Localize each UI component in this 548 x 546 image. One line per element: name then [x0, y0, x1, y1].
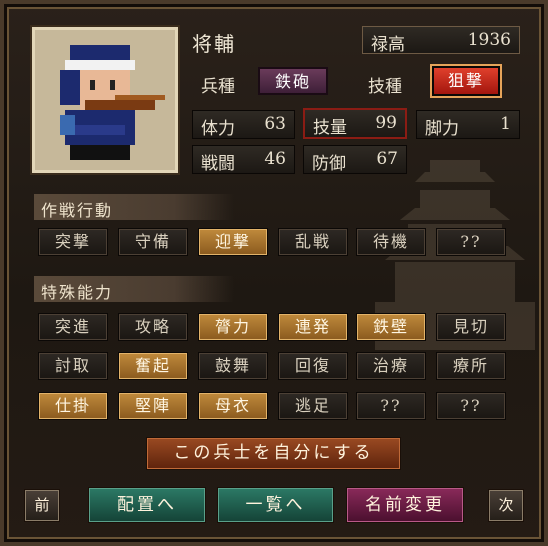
- unit-name: 将輔: [192, 32, 236, 56]
- stat-hp: 体力 63: [192, 110, 295, 139]
- ability-button[interactable]: 討取: [38, 352, 108, 380]
- ability-button[interactable]: 逃足: [278, 392, 348, 420]
- make-own-unit-button[interactable]: この兵士を自分にする: [146, 437, 401, 470]
- ability-button[interactable]: 仕掛: [38, 392, 108, 420]
- next-button[interactable]: 次: [488, 489, 524, 522]
- tactic-defend-button[interactable]: 守備: [118, 228, 188, 256]
- stipend-box: 禄高 1936: [362, 26, 520, 55]
- prev-button[interactable]: 前: [24, 489, 60, 522]
- ability-button[interactable]: 療所: [436, 352, 506, 380]
- stat-hp-label: 体力: [201, 119, 235, 139]
- ability-button[interactable]: 連発: [278, 313, 348, 341]
- skill-type-label: 技種: [368, 77, 402, 97]
- stat-speed-label: 脚力: [425, 119, 459, 139]
- ability-button[interactable]: 母衣: [198, 392, 268, 420]
- ability-button[interactable]: 回復: [278, 352, 348, 380]
- ability-button[interactable]: 膂力: [198, 313, 268, 341]
- stat-combat-label: 戦闘: [201, 154, 235, 174]
- stat-speed: 脚力 1: [416, 110, 520, 139]
- tactic-unknown-button[interactable]: ??: [436, 228, 506, 256]
- stat-hp-value: 63: [264, 114, 286, 134]
- tactic-charge-button[interactable]: 突撃: [38, 228, 108, 256]
- troop-type-badge: 鉄砲: [258, 67, 328, 95]
- rename-button[interactable]: 名前変更: [346, 487, 464, 523]
- stat-defense: 防御 67: [303, 145, 407, 174]
- deploy-button[interactable]: 配置へ: [88, 487, 206, 523]
- ability-button[interactable]: 鉄壁: [356, 313, 426, 341]
- stipend-value: 1936: [467, 30, 511, 50]
- ability-button[interactable]: 鼓舞: [198, 352, 268, 380]
- stat-skill-label: 技量: [313, 118, 347, 138]
- ability-button[interactable]: 治療: [356, 352, 426, 380]
- abilities-header: 特殊能力: [34, 276, 234, 302]
- ability-button[interactable]: 奮起: [118, 352, 188, 380]
- stat-combat-value: 46: [264, 149, 286, 169]
- ability-button[interactable]: 見切: [436, 313, 506, 341]
- unit-detail-window: 将輔 禄高 1936 兵種 鉄砲 技種 狙撃 体力 63 技量 99 脚力 1 …: [0, 0, 548, 546]
- tactic-melee-button[interactable]: 乱戦: [278, 228, 348, 256]
- stat-speed-value: 1: [500, 114, 511, 134]
- stat-skill-value: 99: [375, 113, 397, 133]
- stat-combat: 戦闘 46: [192, 145, 295, 174]
- tactic-standby-button[interactable]: 待機: [356, 228, 426, 256]
- ability-button[interactable]: ??: [436, 392, 506, 420]
- list-button[interactable]: 一覧へ: [217, 487, 334, 523]
- stat-defense-label: 防御: [312, 154, 346, 174]
- ability-button[interactable]: ??: [356, 392, 426, 420]
- ability-button[interactable]: 堅陣: [118, 392, 188, 420]
- unit-portrait: [32, 27, 178, 173]
- tactic-intercept-button[interactable]: 迎撃: [198, 228, 268, 256]
- ability-button[interactable]: 突進: [38, 313, 108, 341]
- stat-skill: 技量 99: [303, 108, 407, 139]
- stipend-label: 禄高: [371, 35, 405, 55]
- ability-button[interactable]: 攻略: [118, 313, 188, 341]
- stat-defense-value: 67: [376, 149, 398, 169]
- troop-type-label: 兵種: [201, 77, 235, 97]
- tactics-header: 作戦行動: [34, 194, 234, 220]
- skill-type-badge: 狙撃: [432, 66, 500, 96]
